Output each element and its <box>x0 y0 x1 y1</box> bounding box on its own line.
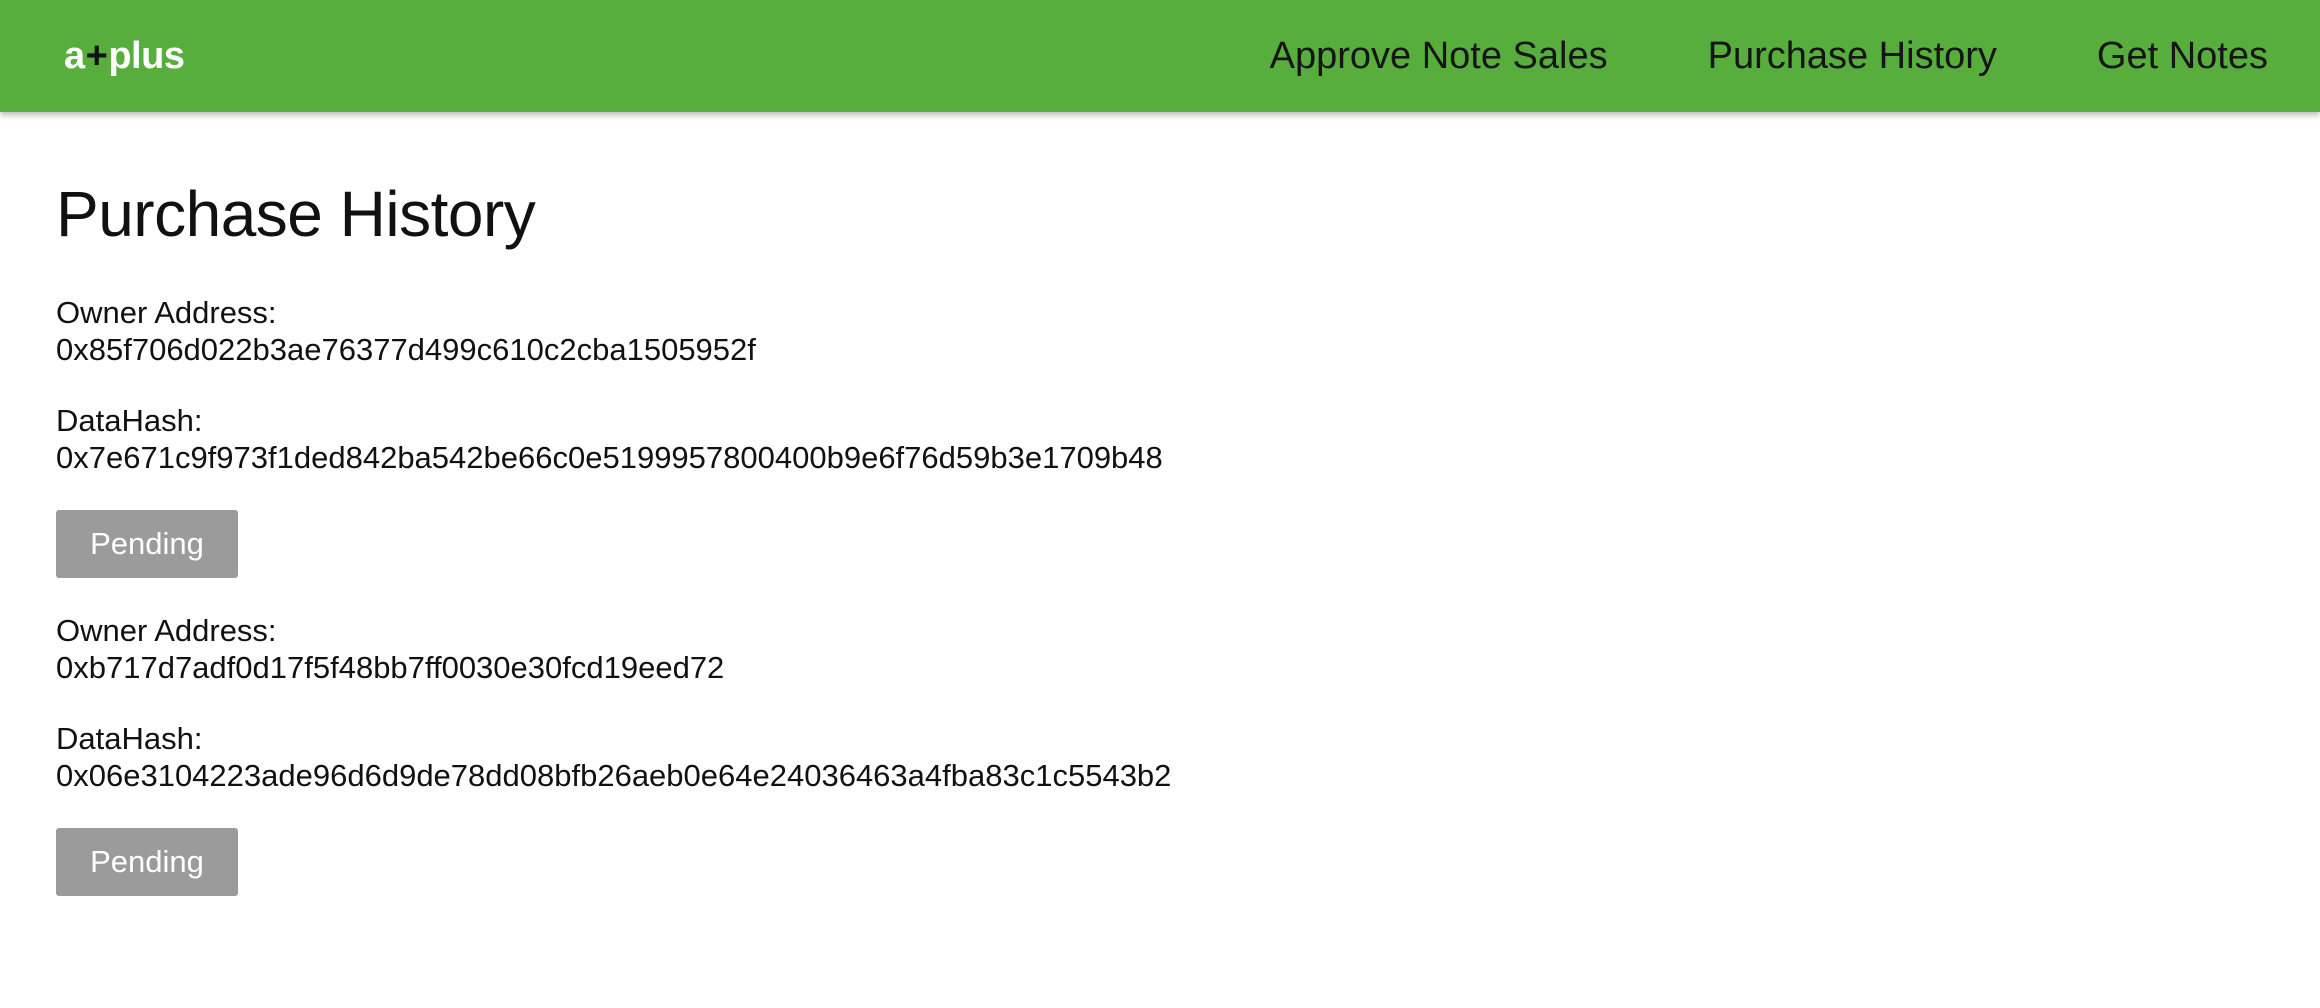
data-hash-label: DataHash: <box>56 403 203 438</box>
page-title: Purchase History <box>56 178 536 250</box>
data-hash-field: DataHash: 0x06e3104223ade96d6d9de78dd08b… <box>56 720 2320 794</box>
top-navigation-bar: a + plus Approve Note Sales Purchase Histo… <box>0 0 2320 112</box>
owner-address-label: Owner Address: <box>56 613 277 648</box>
logo-plus: + <box>85 35 108 77</box>
purchase-history-page: Purchase History Owner Address: 0x85f706… <box>0 112 2320 896</box>
owner-address-field: Owner Address: 0x85f706d022b3ae76377d499… <box>56 294 2320 368</box>
owner-address-label: Owner Address: <box>56 295 277 330</box>
data-hash-value: 0x06e3104223ade96d6d9de78dd08bfb26aeb0e6… <box>56 758 1172 793</box>
purchase-record: Owner Address: 0xb717d7adf0d17f5f48bb7ff… <box>56 612 2320 896</box>
logo-suffix: plus <box>108 35 185 77</box>
app-logo[interactable]: a + plus <box>64 35 185 77</box>
logo-prefix: a <box>64 35 85 77</box>
data-hash-value: 0x7e671c9f973f1ded842ba542be66c0e5199957… <box>56 440 1163 475</box>
pending-status-button[interactable]: Pending <box>56 828 238 896</box>
pending-status-button[interactable]: Pending <box>56 510 238 578</box>
nav-get-notes[interactable]: Get Notes <box>2097 37 2268 75</box>
purchase-record: Owner Address: 0x85f706d022b3ae76377d499… <box>56 294 2320 578</box>
data-hash-label: DataHash: <box>56 721 203 756</box>
nav-approve-note-sales[interactable]: Approve Note Sales <box>1270 37 1608 75</box>
owner-address-value: 0x85f706d022b3ae76377d499c610c2cba150595… <box>56 332 756 367</box>
owner-address-field: Owner Address: 0xb717d7adf0d17f5f48bb7ff… <box>56 612 2320 686</box>
owner-address-value: 0xb717d7adf0d17f5f48bb7ff0030e30fcd19eed… <box>56 650 725 685</box>
data-hash-field: DataHash: 0x7e671c9f973f1ded842ba542be66… <box>56 402 2320 476</box>
nav-purchase-history[interactable]: Purchase History <box>1708 37 1997 75</box>
main-navigation: Approve Note Sales Purchase History Get … <box>1270 37 2268 75</box>
